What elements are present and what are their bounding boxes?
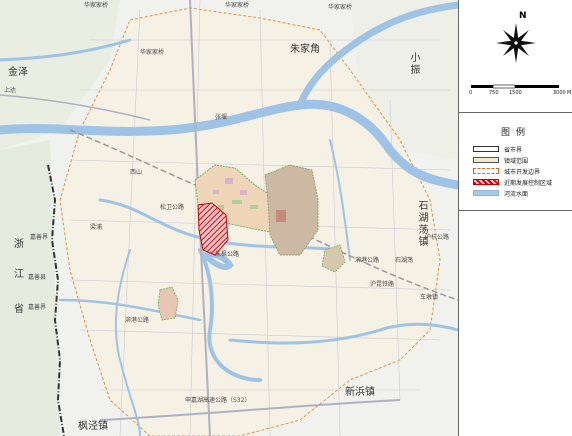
map-sidebar: N 0 750 1500 3000 M 图例 省市界 镇域范围 城市开发边界 近… xyxy=(458,0,572,436)
legend-item-control-zone: 近期发展控制区域 xyxy=(473,178,553,187)
compass-rose-icon xyxy=(496,23,536,63)
legend-title: 图例 xyxy=(501,128,532,138)
scale-tick: 750 xyxy=(489,90,499,96)
map-label: 朱枫公路 xyxy=(215,251,240,258)
map-label: 梁浦 xyxy=(90,224,103,231)
map-label: 金泽 xyxy=(8,67,28,78)
map-label: 上达 xyxy=(4,87,17,94)
legend-label: 河流水面 xyxy=(504,190,529,198)
map-label: 华家家桥 xyxy=(328,4,353,11)
divider xyxy=(459,112,572,113)
scale-tick: 0 xyxy=(469,90,473,96)
map-label: 松卫公路 xyxy=(160,204,185,211)
legend-swatch xyxy=(473,168,499,174)
legend-item-water: 河流水面 xyxy=(473,189,529,198)
map-label: 华家家桥 xyxy=(140,49,165,56)
scale-bar: 0 750 1500 3000 M xyxy=(469,84,572,96)
map-label: 华家家桥 xyxy=(84,2,109,9)
map-label: 申嘉湖高速公路（S32） xyxy=(185,397,251,404)
legend-item-province-border: 省市界 xyxy=(473,145,523,154)
map-label: 嘉善界 xyxy=(30,234,49,241)
legend-swatch xyxy=(473,157,499,163)
map-label: 沪杭公路 xyxy=(425,234,450,241)
map-canvas[interactable]: 华家家桥 华家家桥 华家家桥 华家家桥 朱家角 小振 金泽 上达 张堰 西山 梁… xyxy=(0,0,458,436)
map-label: 新浜镇 xyxy=(345,387,375,398)
legend-label: 城市开发边界 xyxy=(504,168,541,176)
map-label: 省 xyxy=(14,304,24,315)
map-label: 车墩镇 xyxy=(420,294,439,301)
scale-tick: 3000 xyxy=(553,90,566,96)
map-label: 嘉善界 xyxy=(28,304,47,311)
map-graphic xyxy=(0,0,458,436)
map-label: 朱家角 xyxy=(290,44,320,55)
legend-label: 省市界 xyxy=(504,146,523,154)
map-label: 嘉善县 xyxy=(28,274,47,281)
map-label: 枫泾镇 xyxy=(78,421,108,432)
legend-item-dev-boundary: 城市开发边界 xyxy=(473,167,541,176)
divider xyxy=(459,210,572,211)
legend-swatch xyxy=(473,146,499,152)
map-label: 张堰 xyxy=(215,114,228,121)
map-label: 小振 xyxy=(408,52,419,76)
legend-swatch xyxy=(473,190,499,196)
map-label: 浙 xyxy=(14,239,24,250)
scale-unit: M xyxy=(567,90,572,96)
scale-tick: 1500 xyxy=(509,90,522,96)
map-label: 石湖荡 xyxy=(395,257,414,264)
map-label: 泖港公路 xyxy=(355,257,380,264)
legend-item-town-area: 镇域范围 xyxy=(473,156,529,165)
legend-swatch xyxy=(473,179,499,185)
map-label: 沪昆铁路 xyxy=(370,281,395,288)
legend-label: 近期发展控制区域 xyxy=(504,179,553,187)
map-label: 泖港公路 xyxy=(125,317,150,324)
map-label: 江 xyxy=(14,269,24,280)
map-label: 华家家桥 xyxy=(225,2,250,9)
legend-label: 镇域范围 xyxy=(504,157,529,165)
map-label: 西山 xyxy=(130,169,143,176)
